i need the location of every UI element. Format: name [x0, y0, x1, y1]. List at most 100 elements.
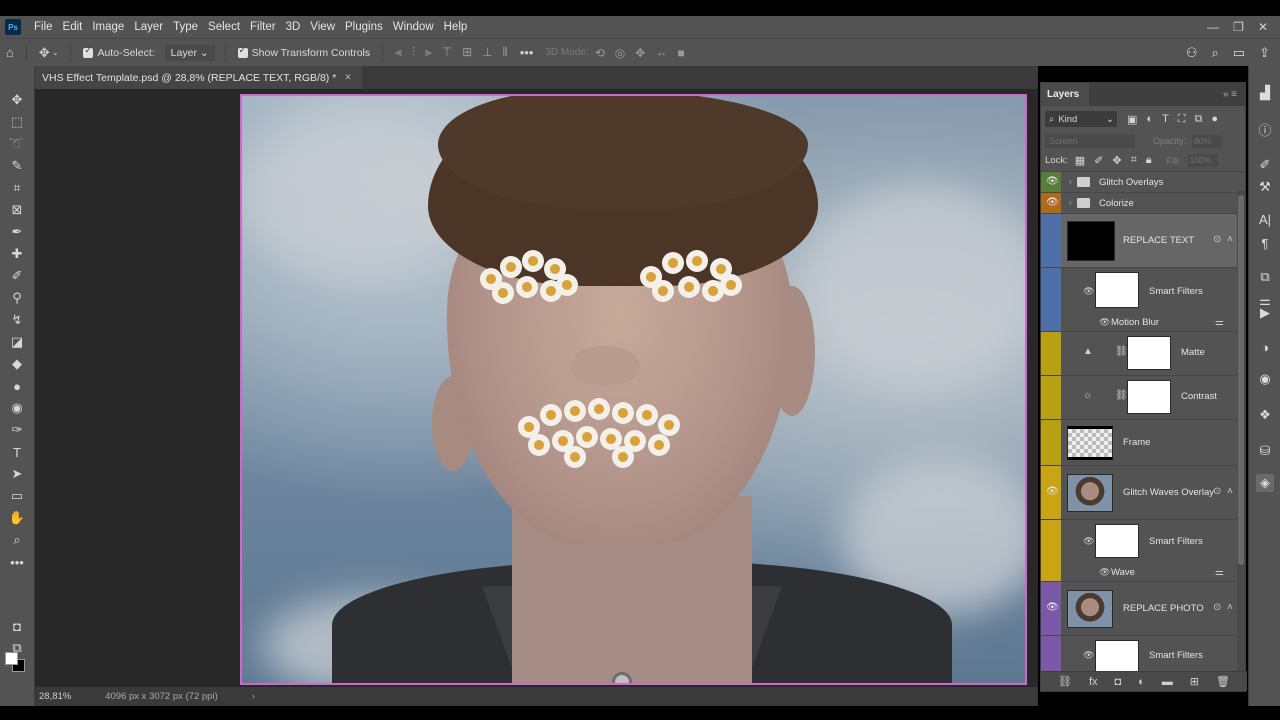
- auto-select-checkbox[interactable]: Auto-Select:: [83, 45, 155, 59]
- eyedropper-tool-icon[interactable]: ✒: [6, 222, 28, 242]
- lasso-tool-icon[interactable]: ➰: [6, 134, 28, 154]
- histogram-icon[interactable]: ▟: [1256, 84, 1274, 102]
- blur-tool-icon[interactable]: ●: [6, 376, 28, 396]
- layer-replace-text[interactable]: REPLACE TEXT ⊙ ˄: [1041, 214, 1237, 268]
- layer-matte[interactable]: ▲ ⛓ Matte: [1041, 332, 1237, 376]
- close-window-icon[interactable]: ✕: [1258, 20, 1268, 34]
- filter-options-icon[interactable]: ⚌: [1215, 567, 1224, 578]
- type-tool-icon[interactable]: T: [6, 442, 28, 462]
- workspace-icon[interactable]: ▭: [1233, 45, 1245, 61]
- channels-icon[interactable]: ⛁: [1256, 442, 1274, 460]
- menu-edit[interactable]: Edit: [58, 21, 88, 33]
- eye-icon[interactable]: 👁︎: [1083, 286, 1094, 297]
- swatches-icon[interactable]: ◉: [1256, 370, 1274, 388]
- foreground-color-swatch[interactable]: [5, 652, 18, 665]
- quick-mask-icon[interactable]: ◘: [6, 616, 28, 636]
- color-icon[interactable]: ◑: [1256, 338, 1274, 356]
- more-tools-icon[interactable]: •••: [6, 552, 28, 572]
- lock-artboard-icon[interactable]: ⌗: [1131, 154, 1137, 167]
- home-icon[interactable]: ⌂: [6, 45, 14, 60]
- eraser-tool-icon[interactable]: ◪: [6, 332, 28, 352]
- link-icon[interactable]: ⛓: [1115, 346, 1128, 357]
- distribute-icon[interactable]: ⫴: [503, 45, 508, 60]
- zoom-level[interactable]: 28,81%: [39, 691, 71, 702]
- layers-panel-icon[interactable]: ◈: [1256, 474, 1274, 492]
- character-icon[interactable]: A|: [1256, 210, 1274, 228]
- lock-position-icon[interactable]: ✥: [1112, 154, 1121, 167]
- type-filter-icon[interactable]: T: [1162, 113, 1169, 126]
- menu-window[interactable]: Window: [388, 21, 439, 33]
- layer-glitch-overlays[interactable]: 👁︎ › Glitch Overlays: [1041, 172, 1237, 193]
- frame-tool-icon[interactable]: ⊠: [6, 200, 28, 220]
- layer-style-fx-icon[interactable]: fx: [1089, 676, 1098, 688]
- status-menu-chevron-icon[interactable]: ›: [252, 691, 255, 702]
- menu-3d[interactable]: 3D: [281, 21, 306, 33]
- eye-icon[interactable]: 👁︎: [1083, 650, 1094, 661]
- blend-mode-dropdown[interactable]: Screen: [1045, 134, 1135, 148]
- eye-icon[interactable]: 👁︎: [1083, 536, 1094, 547]
- quick-select-tool-icon[interactable]: ✎: [6, 156, 28, 176]
- smart-object-icon[interactable]: ⊙: [1213, 234, 1221, 245]
- close-tab-icon[interactable]: ✕: [344, 72, 352, 83]
- 3d-orbit-icon[interactable]: ⟲: [595, 46, 605, 60]
- lock-all-icon[interactable]: 🔒︎: [1146, 154, 1152, 167]
- smart-object-filter-icon[interactable]: ⧉: [1195, 113, 1203, 126]
- document-tab[interactable]: VHS Effect Template.psd @ 28,8% (REPLACE…: [35, 66, 362, 89]
- document-canvas[interactable]: [240, 94, 1027, 685]
- more-options-icon[interactable]: •••: [520, 45, 534, 60]
- delete-layer-icon[interactable]: 🗑︎: [1216, 675, 1230, 688]
- share-user-icon[interactable]: ⚇: [1186, 45, 1198, 61]
- opacity-input[interactable]: 80%: [1192, 134, 1223, 148]
- auto-select-target-dropdown[interactable]: Layer ⌄: [164, 44, 215, 61]
- healing-brush-tool-icon[interactable]: ✚: [6, 244, 28, 264]
- move-tool-icon[interactable]: ✥: [39, 45, 50, 61]
- adjustment-filter-icon[interactable]: ◐: [1146, 113, 1153, 126]
- paragraph-icon[interactable]: ¶: [1256, 234, 1274, 252]
- layer-smart-filters[interactable]: 👁︎ Smart Filters: [1041, 520, 1237, 564]
- menu-layer[interactable]: Layer: [129, 21, 168, 33]
- shape-filter-icon[interactable]: ⛶: [1178, 113, 1186, 126]
- eye-icon[interactable]: 👁︎: [1046, 602, 1059, 613]
- collapse-icon[interactable]: ˄: [1227, 602, 1233, 613]
- layers-scrollbar[interactable]: [1237, 191, 1245, 671]
- layer-frame[interactable]: Frame: [1041, 420, 1237, 466]
- 3d-camera-icon[interactable]: ■: [677, 46, 684, 60]
- align-center-icon[interactable]: ⫶: [412, 45, 415, 60]
- panel-menu-icon[interactable]: » ≡: [1223, 89, 1245, 100]
- menu-select[interactable]: Select: [203, 21, 245, 33]
- styles-icon[interactable]: ❖: [1256, 406, 1274, 424]
- tool-presets-icon[interactable]: ⚒: [1256, 178, 1274, 196]
- dodge-tool-icon[interactable]: ◉: [6, 398, 28, 418]
- chevron-right-icon[interactable]: ›: [1069, 177, 1072, 186]
- share-icon[interactable]: ⇪: [1259, 45, 1270, 61]
- clone-stamp-tool-icon[interactable]: ⚲: [6, 288, 28, 308]
- lock-image-icon[interactable]: ✐: [1094, 154, 1103, 167]
- layer-glitch-waves-overlay[interactable]: 👁︎ Glitch Waves Overlay ⊙ ˄: [1041, 466, 1237, 520]
- pixel-filter-icon[interactable]: ▣: [1127, 113, 1137, 126]
- eye-icon[interactable]: 👁︎: [1046, 197, 1059, 208]
- scrollbar-thumb[interactable]: [1238, 195, 1244, 565]
- collapse-icon[interactable]: ˄: [1227, 234, 1233, 245]
- align-bottom-icon[interactable]: ⊥: [482, 45, 492, 60]
- marquee-tool-icon[interactable]: ⬚: [6, 112, 28, 132]
- align-right-icon[interactable]: ⫸: [425, 45, 432, 60]
- move-tool-icon[interactable]: ✥: [6, 90, 28, 110]
- align-middle-icon[interactable]: ⊞: [462, 45, 472, 60]
- lock-transparent-icon[interactable]: ▦: [1075, 154, 1085, 167]
- collapse-icon[interactable]: ˄: [1227, 486, 1233, 497]
- eye-icon[interactable]: 👁︎: [1099, 567, 1110, 578]
- smart-object-icon[interactable]: ⊙: [1213, 602, 1221, 613]
- layer-contrast[interactable]: ☼ ⛓ Contrast: [1041, 376, 1237, 420]
- brush-tool-icon[interactable]: ✐: [6, 266, 28, 286]
- brush-settings-icon[interactable]: ✐: [1256, 156, 1274, 174]
- filter-wave[interactable]: 👁︎ Wave ⚌: [1041, 564, 1237, 582]
- link-icon[interactable]: ⛓: [1115, 390, 1128, 401]
- new-layer-icon[interactable]: ⊞: [1190, 675, 1199, 688]
- info-icon[interactable]: ⓘ: [1256, 120, 1274, 138]
- menu-type[interactable]: Type: [168, 21, 203, 33]
- link-layers-icon[interactable]: ⛓: [1058, 675, 1072, 688]
- pen-tool-icon[interactable]: ✑: [6, 420, 28, 440]
- menu-view[interactable]: View: [305, 21, 340, 33]
- history-brush-tool-icon[interactable]: ↯: [6, 310, 28, 330]
- chevron-right-icon[interactable]: ›: [1069, 198, 1072, 207]
